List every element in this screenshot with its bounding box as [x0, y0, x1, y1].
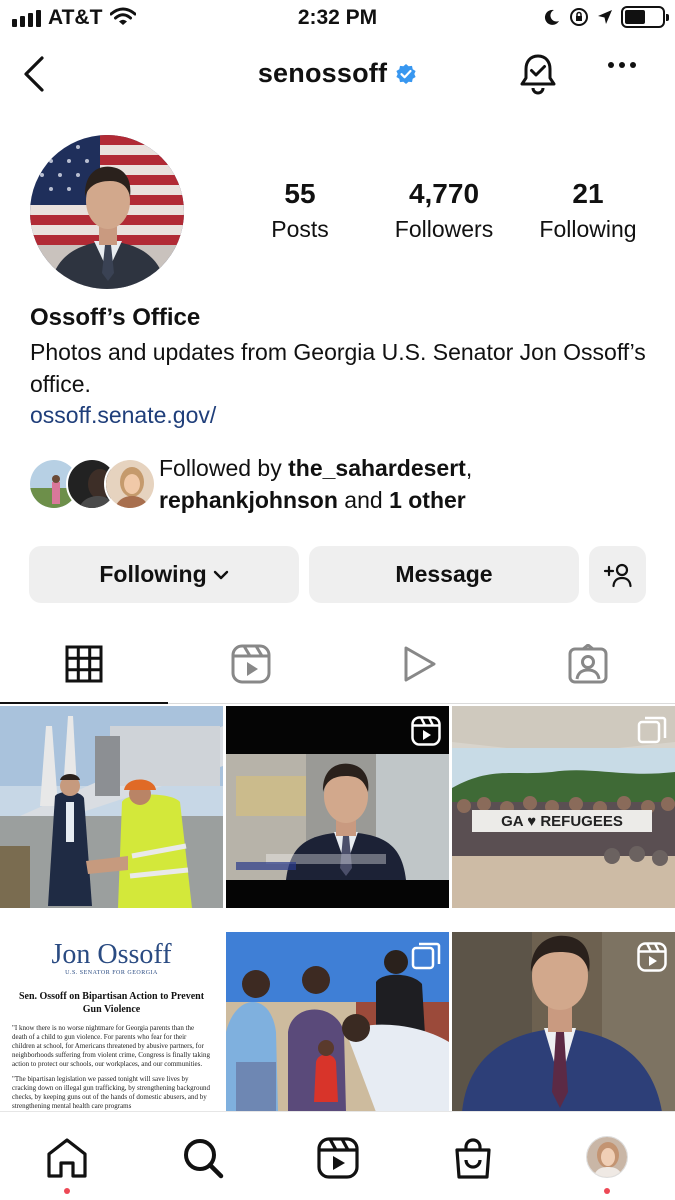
- following-count: 21: [572, 178, 604, 209]
- post-thumbnail-4[interactable]: Jon Ossoff U.S. SENATOR FOR GEORGIA Sen.…: [0, 932, 223, 1112]
- mutual-others-count[interactable]: 1 other: [389, 487, 466, 513]
- followers-count: 4,770: [408, 178, 480, 209]
- mutual-followers-text: Followed by the_sahardesert, rephankjohns…: [159, 452, 472, 516]
- mutual-user-1[interactable]: the_sahardesert: [288, 455, 466, 481]
- status-bar: AT&T 2:32 PM: [0, 0, 675, 40]
- tagged-icon[interactable]: [568, 644, 608, 684]
- notification-bell-icon[interactable]: [518, 52, 558, 98]
- reels-icon[interactable]: [231, 644, 271, 684]
- posts-label: Posts: [271, 216, 329, 242]
- press-logo: Jon Ossoff: [51, 939, 172, 970]
- search-icon[interactable]: [181, 1136, 225, 1180]
- chevron-down-icon: [213, 570, 228, 579]
- reel-indicator-icon: [411, 716, 441, 746]
- post-thumbnail-5[interactable]: [226, 932, 449, 1112]
- post-thumbnail-6[interactable]: [452, 932, 675, 1112]
- following-button-label: Following: [99, 561, 207, 587]
- bio-text: Photos and updates from Georgia U.S. Sen…: [30, 339, 646, 397]
- profile-tabs: [0, 632, 675, 704]
- profile-nav-avatar[interactable]: [586, 1136, 628, 1178]
- stat-followers[interactable]: 4,770 Followers: [375, 178, 513, 243]
- post-grid: GA ♥ REFUGEES Jon Ossoff U.S. SENATOR FO…: [0, 706, 675, 1112]
- stat-following[interactable]: 21 Following: [513, 178, 663, 243]
- bottom-navigation: [0, 1111, 675, 1200]
- carousel-indicator-icon: [637, 716, 667, 744]
- battery-icon: [621, 6, 669, 28]
- followed-by-separator: ,: [465, 455, 473, 481]
- verified-badge-icon: [396, 64, 416, 84]
- followed-by-prefix: Followed by: [159, 455, 289, 481]
- display-name: Ossoff’s Office: [30, 304, 201, 331]
- location-icon: [598, 10, 612, 24]
- active-tab-indicator: [0, 702, 168, 704]
- home-notification-dot: [64, 1188, 70, 1194]
- do-not-disturb-icon: [544, 9, 559, 25]
- press-logo-subtitle: U.S. SENATOR FOR GEORGIA: [65, 970, 158, 976]
- message-button[interactable]: Message: [309, 546, 579, 603]
- profile-notification-dot: [604, 1188, 610, 1194]
- grid-icon[interactable]: [64, 644, 104, 684]
- profile-bio: Ossoff’s Office Photos and updates from …: [30, 304, 650, 429]
- mutual-avatar-3: [104, 458, 156, 510]
- followers-label: Followers: [394, 216, 494, 242]
- mutual-avatars: [28, 458, 156, 510]
- reels-nav-icon[interactable]: [316, 1136, 360, 1180]
- press-headline: Sen. Ossoff on Bipartisan Action to Prev…: [18, 991, 205, 1015]
- profile-actions: Following Message: [29, 546, 646, 603]
- post-thumbnail-3[interactable]: GA ♥ REFUGEES: [452, 706, 675, 908]
- mutual-user-2[interactable]: rephankjohnson: [159, 487, 338, 513]
- post-thumbnail-1[interactable]: [0, 706, 223, 908]
- battery-level: [625, 10, 645, 24]
- press-paragraph-1: "I know there is no worse nightmare for …: [12, 1024, 210, 1068]
- profile-header: senossoff: [0, 40, 675, 110]
- following-button[interactable]: Following: [29, 546, 299, 603]
- posts-count: 55: [284, 178, 316, 209]
- post-thumbnail-2[interactable]: [226, 706, 449, 908]
- stat-posts[interactable]: 55 Posts: [225, 178, 375, 243]
- website-link[interactable]: ossoff.senate.gov/: [30, 402, 216, 429]
- press-release-card: Jon Ossoff U.S. SENATOR FOR GEORGIA Sen.…: [0, 932, 223, 1111]
- message-button-label: Message: [395, 561, 493, 587]
- add-person-icon: [603, 563, 632, 587]
- followed-by-and: and: [337, 487, 390, 513]
- profile-stats: 55 Posts 4,770 Followers 21 Following: [225, 178, 665, 243]
- more-options-icon[interactable]: [608, 62, 636, 68]
- rotation-lock-icon: [570, 8, 588, 26]
- following-label: Following: [539, 216, 637, 242]
- mutual-followers[interactable]: Followed by the_sahardesert, rephankjohns…: [28, 452, 668, 516]
- profile-avatar[interactable]: [30, 135, 184, 289]
- username-title: senossoff: [0, 58, 675, 89]
- protest-sign-text: GA ♥ REFUGEES: [501, 813, 623, 830]
- reel-indicator-icon-2: [637, 942, 667, 972]
- username: senossoff: [257, 58, 388, 88]
- carousel-indicator-icon-2: [411, 942, 441, 970]
- home-icon[interactable]: [45, 1136, 89, 1180]
- suggested-users-button[interactable]: [589, 546, 646, 603]
- play-icon[interactable]: [399, 644, 439, 684]
- press-paragraph-2: "The bipartisan legislation we passed to…: [12, 1075, 210, 1110]
- shop-icon[interactable]: [451, 1136, 495, 1180]
